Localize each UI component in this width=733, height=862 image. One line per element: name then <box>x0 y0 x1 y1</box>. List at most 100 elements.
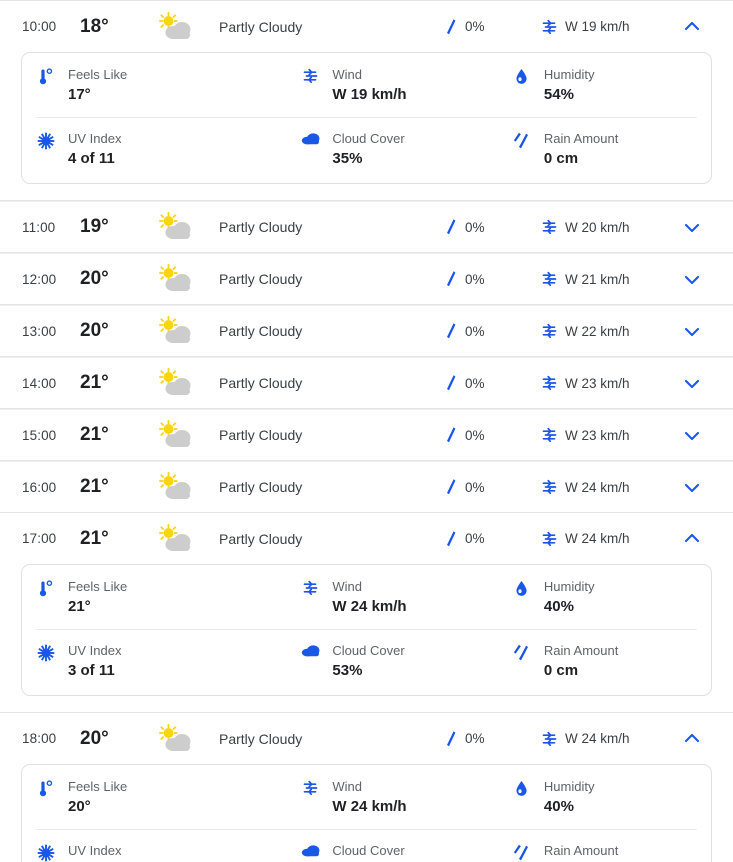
wind-icon <box>542 479 557 495</box>
chevron-up-icon[interactable] <box>682 530 702 547</box>
partly-cloudy-icon <box>159 368 191 395</box>
forecast-hour-row[interactable]: 16:00 21° Partly Cloudy 0% W 24 km/h <box>0 461 733 512</box>
hour-wind: W 20 km/h <box>541 219 669 235</box>
hour-wind: W 23 km/h <box>541 375 669 391</box>
detail-rain-amount: Rain Amount 0 cm <box>512 630 697 695</box>
hour-temperature: 21° <box>80 372 109 393</box>
hour-wind: W 19 km/h <box>541 19 669 35</box>
thermometer-icon <box>36 67 56 86</box>
forecast-hour-block: 13:00 20° Partly Cloudy 0% W 22 km/h <box>0 304 733 356</box>
collapse-row-button[interactable] <box>669 18 715 35</box>
cloud-icon <box>301 645 320 657</box>
detail-label: Wind <box>332 579 363 594</box>
hour-temperature: 18° <box>80 15 109 37</box>
hour-temperature: 20° <box>80 268 109 289</box>
precipitation-value: 0% <box>465 323 485 339</box>
detail-value: 17° <box>68 86 91 103</box>
detail-value: 0 cm <box>543 150 579 167</box>
forecast-hour-row[interactable]: 18:00 20° Partly Cloudy 0% W 24 km/h <box>0 713 733 764</box>
wind-icon <box>542 19 557 34</box>
hour-detail-wrapper: Feels Like 20° Wind W 24 km/h Humidity 4… <box>0 764 733 862</box>
hour-temperature: 20° <box>80 727 109 749</box>
forecast-hour-row[interactable]: 13:00 20° Partly Cloudy 0% W 22 km/h <box>0 305 733 356</box>
expand-row-button[interactable] <box>669 271 715 288</box>
detail-label: Feels Like <box>68 779 128 794</box>
chevron-up-icon[interactable] <box>682 18 702 35</box>
expand-row-button[interactable] <box>669 427 715 444</box>
detail-uv-index: UV Index 1 of 11 <box>36 830 300 862</box>
thermometer-icon <box>39 68 53 85</box>
expand-row-button[interactable] <box>669 479 715 496</box>
detail-value: 35% <box>332 150 363 167</box>
detail-humidity: Humidity 40% <box>512 565 697 629</box>
chevron-down-icon[interactable] <box>682 271 702 288</box>
detail-value: W 19 km/h <box>332 86 407 103</box>
sun-burst-icon <box>37 844 55 862</box>
forecast-hour-row[interactable]: 10:00 18° Partly Cloudy 0% W 19 km/h <box>0 1 733 52</box>
weather-condition-icon <box>152 523 214 554</box>
weather-condition-icon <box>152 11 214 42</box>
detail-value: W 24 km/h <box>332 598 407 615</box>
chevron-down-icon[interactable] <box>682 375 702 392</box>
expand-row-button[interactable] <box>669 375 715 392</box>
precipitation-value: 0% <box>465 219 485 235</box>
detail-value: 53% <box>332 662 363 679</box>
hour-precipitation: 0% <box>445 478 541 496</box>
detail-label: UV Index <box>68 843 122 858</box>
forecast-hour-row[interactable]: 15:00 21° Partly Cloudy 0% W 23 km/h <box>0 409 733 460</box>
forecast-hour-block: 18:00 20° Partly Cloudy 0% W 24 km/h Fee… <box>0 712 733 862</box>
hour-precipitation: 0% <box>445 374 541 392</box>
hour-time: 18:00 <box>22 731 57 746</box>
collapse-row-button[interactable] <box>669 530 715 547</box>
detail-label: Rain Amount <box>543 131 619 146</box>
detail-value: 21° <box>68 598 91 615</box>
sun-burst-icon <box>37 132 55 150</box>
hour-time: 11:00 <box>22 219 56 235</box>
hour-precipitation: 0% <box>445 530 541 548</box>
chevron-down-icon[interactable] <box>682 427 702 444</box>
hour-precipitation: 0% <box>445 322 541 340</box>
forecast-hour-row[interactable]: 12:00 20° Partly Cloudy 0% W 21 km/h <box>0 253 733 304</box>
detail-value: 20° <box>68 798 91 815</box>
hour-detail-wrapper: Feels Like 21° Wind W 24 km/h Humidity 4… <box>0 564 733 712</box>
chevron-down-icon[interactable] <box>682 479 702 496</box>
hourly-forecast-list: 10:00 18° Partly Cloudy 0% W 19 km/h Fee… <box>0 0 733 862</box>
wind-icon <box>542 427 557 443</box>
detail-value: 54% <box>543 86 574 103</box>
wind-icon <box>303 580 318 596</box>
detail-wind: Wind W 19 km/h <box>300 53 512 117</box>
forecast-hour-block: 14:00 21° Partly Cloudy 0% W 23 km/h <box>0 356 733 408</box>
cloud-icon <box>300 843 320 857</box>
detail-label: Cloud Cover <box>332 643 405 658</box>
hour-condition-label: Partly Cloudy <box>219 730 303 747</box>
weather-condition-icon <box>152 420 214 450</box>
hour-precipitation: 0% <box>445 730 541 748</box>
detail-value: 40% <box>543 598 574 615</box>
detail-row-bottom: UV Index 4 of 11 Cloud Cover 35% Rain Am… <box>36 117 697 183</box>
rain-streaks-icon <box>512 843 532 862</box>
weather-condition-icon <box>152 472 214 502</box>
hour-time: 17:00 <box>22 531 57 546</box>
collapse-row-button[interactable] <box>669 730 715 747</box>
chevron-down-icon[interactable] <box>682 219 702 236</box>
wind-icon <box>542 219 557 235</box>
forecast-hour-row[interactable]: 17:00 21° Partly Cloudy 0% W 24 km/h <box>0 513 733 564</box>
expand-row-button[interactable] <box>669 219 715 236</box>
cloud-icon <box>301 133 320 145</box>
hour-time: 10:00 <box>22 19 57 34</box>
weather-condition-icon <box>152 368 214 398</box>
forecast-hour-row[interactable]: 11:00 19° Partly Cloudy 0% W 20 km/h <box>0 201 733 252</box>
hour-wind: W 21 km/h <box>541 271 669 287</box>
cloud-icon <box>300 131 320 145</box>
chevron-down-icon[interactable] <box>682 323 702 340</box>
forecast-hour-row[interactable]: 14:00 21° Partly Cloudy 0% W 23 km/h <box>0 357 733 408</box>
precipitation-value: 0% <box>465 375 485 391</box>
chevron-up-icon[interactable] <box>682 730 702 747</box>
rain-streaks-icon <box>514 644 529 661</box>
forecast-hour-block: 10:00 18° Partly Cloudy 0% W 19 km/h Fee… <box>0 1 733 200</box>
sun-burst-icon <box>37 644 55 662</box>
wind-value: W 22 km/h <box>565 323 630 339</box>
hour-temperature: 21° <box>80 527 109 549</box>
rain-drop-icon <box>447 730 456 746</box>
expand-row-button[interactable] <box>669 323 715 340</box>
